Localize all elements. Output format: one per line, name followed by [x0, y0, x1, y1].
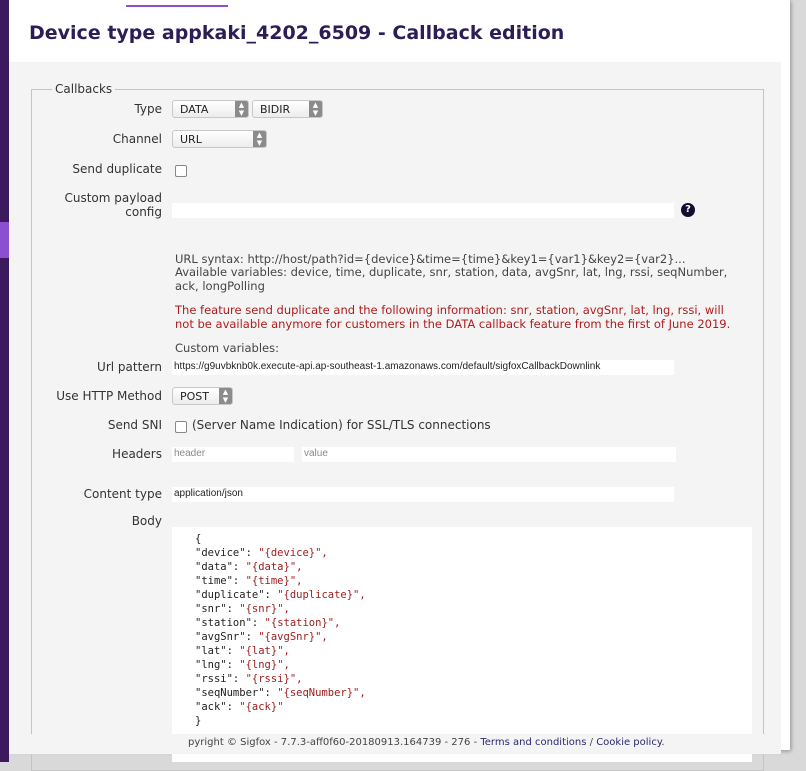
custom-payload-label: Custom payload config: [64, 191, 162, 219]
body-code-line: {: [195, 532, 366, 546]
up-down-arrows-icon: ▲ ▼: [219, 388, 232, 404]
body-code-key: "ack":: [195, 701, 240, 713]
body-code-line: "device": "{device}",: [195, 546, 366, 560]
body-code-line: "lat": "{lat}",: [195, 644, 366, 658]
available-variables-text: Available variables: device, time, dupli…: [175, 265, 728, 293]
http-method-label: Use HTTP Method: [56, 389, 162, 403]
body-code-key: "avgSnr":: [195, 631, 259, 643]
http-method-select[interactable]: POST ▲ ▼: [172, 387, 233, 405]
page-title: Device type appkaki_4202_6509 - Callback…: [29, 22, 565, 44]
send-duplicate-label: Send duplicate: [72, 162, 162, 176]
question-circle-icon[interactable]: ?: [681, 203, 695, 217]
body-code-line: "station": "{station}",: [195, 616, 366, 630]
body-code-key: "snr":: [195, 603, 240, 615]
send-sni-checkbox[interactable]: [175, 421, 187, 433]
direction-select[interactable]: BIDIR ▲ ▼: [252, 100, 323, 118]
content-type-label: Content type: [83, 487, 162, 501]
http-method-value: POST: [180, 390, 209, 403]
content-type-input[interactable]: application/json: [172, 487, 674, 502]
send-duplicate-checkbox[interactable]: [175, 165, 187, 177]
direction-select-value: BIDIR: [260, 103, 291, 116]
copyright-text: pyright © Sigfox - 7.7.3-aff0f60-2018091…: [188, 737, 481, 748]
up-down-arrows-icon: ▲ ▼: [235, 101, 248, 117]
body-code-key: "device":: [195, 547, 259, 559]
body-code-value: "{rssi}",: [245, 673, 303, 685]
body-code-line: "snr": "{snr}",: [195, 602, 366, 616]
body-code-key: "duplicate":: [195, 589, 278, 601]
body-code-value: "{snr}",: [239, 603, 290, 615]
body-code-value: "{seqNumber}",: [277, 687, 366, 699]
channel-select-value: URL: [180, 133, 202, 146]
body-code-value: "{avgSnr}",: [258, 631, 328, 643]
url-pattern-input[interactable]: https://g9uvbknb0k.execute-api.ap-southe…: [172, 360, 674, 375]
footer-end: .: [661, 737, 665, 748]
body-code-value: "{data}",: [245, 561, 303, 573]
active-tab-indicator: [126, 5, 228, 7]
terms-link[interactable]: Terms and conditions: [480, 737, 586, 748]
body-code-value: "{duplicate}",: [277, 589, 366, 601]
body-code-line: "rssi": "{rssi}",: [195, 672, 366, 686]
body-code-line: "lng": "{lng}",: [195, 658, 366, 672]
body-code-line: }: [195, 714, 366, 728]
url-pattern-label: Url pattern: [97, 360, 162, 374]
sidebar-active-marker: [0, 222, 9, 258]
sidebar-strip: [0, 0, 9, 762]
body-code-key: "station":: [195, 617, 265, 629]
body-code-line: "seqNumber": "{seqNumber}",: [195, 686, 366, 700]
body-code-key: }: [195, 715, 202, 727]
custom-variables-label: Custom variables:: [175, 341, 279, 355]
body-code-line: "time": "{time}",: [195, 574, 366, 588]
body-code-key: "lng":: [195, 659, 240, 671]
body-code[interactable]: {"device": "{device}", "data": "{data}", "…: [195, 532, 366, 728]
body-label: Body: [131, 514, 162, 528]
body-code-line: "avgSnr": "{avgSnr}",: [195, 630, 366, 644]
send-sni-label: Send SNI: [107, 418, 162, 432]
header-key-input[interactable]: header: [172, 447, 294, 462]
body-code-key: "rssi":: [195, 673, 246, 685]
body-code-key: "time":: [195, 575, 246, 587]
body-code-line: "data": "{data}",: [195, 560, 366, 574]
body-code-key: "seqNumber":: [195, 687, 278, 699]
type-label: Type: [134, 102, 162, 116]
body-code-line: "duplicate": "{duplicate}",: [195, 588, 366, 602]
body-code-value: "{time}",: [245, 575, 303, 587]
footer: pyright © Sigfox - 7.7.3-aff0f60-2018091…: [188, 737, 665, 748]
url-syntax-text: URL syntax: http://host/path?id={device}…: [175, 252, 686, 266]
duplicate-warning: The feature send duplicate and the follo…: [175, 303, 731, 331]
send-sni-description: (Server Name Indication) for SSL/TLS con…: [192, 418, 491, 432]
channel-label: Channel: [112, 132, 162, 146]
body-code-value: "{lat}",: [239, 645, 290, 657]
body-code-key: "data":: [195, 561, 246, 573]
up-down-arrows-icon: ▲ ▼: [309, 101, 322, 117]
up-down-arrows-icon: ▲ ▼: [253, 131, 266, 147]
body-code-value: "{device}",: [258, 547, 328, 559]
body-code-line: "ack": "{ack}": [195, 700, 366, 714]
body-code-key: "lat":: [195, 645, 240, 657]
cookie-policy-link[interactable]: Cookie policy: [596, 737, 661, 748]
body-code-value: "{ack}": [239, 701, 284, 713]
callbacks-legend: Callbacks: [52, 82, 116, 96]
headers-label: Headers: [112, 447, 162, 461]
body-code-value: "{lng}",: [239, 659, 290, 671]
footer-separator: /: [586, 737, 597, 748]
type-select-value: DATA: [180, 103, 209, 116]
channel-select[interactable]: URL ▲ ▼: [172, 130, 267, 148]
body-code-value: "{station}",: [264, 617, 341, 629]
type-select[interactable]: DATA ▲ ▼: [172, 100, 249, 118]
header-value-input[interactable]: value: [302, 447, 676, 462]
body-code-key: {: [195, 533, 202, 545]
custom-payload-input[interactable]: [172, 203, 674, 218]
